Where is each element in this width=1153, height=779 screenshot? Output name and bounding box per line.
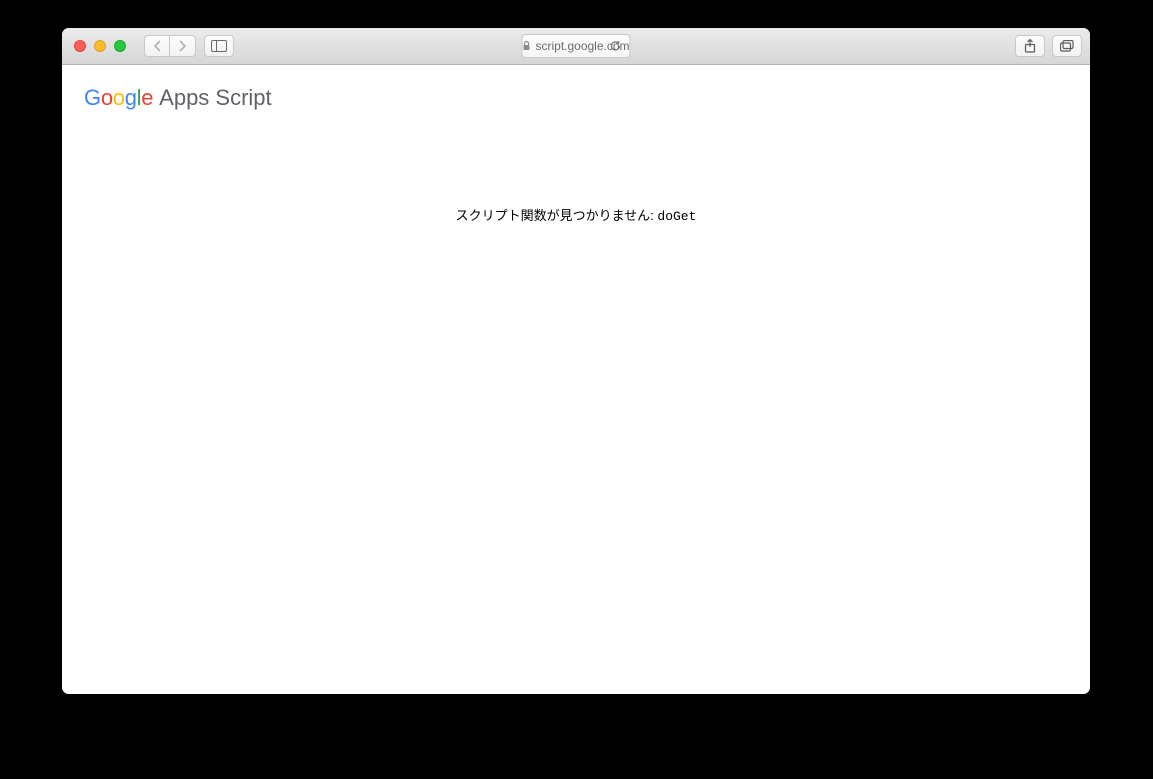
forward-button[interactable] — [170, 35, 196, 57]
toolbar-right — [1015, 35, 1082, 57]
error-message: スクリプト関数が見つかりません: doGet — [62, 205, 1090, 224]
titlebar: script.google.com — [62, 28, 1090, 65]
lock-icon — [522, 41, 530, 51]
google-logo: Google — [84, 85, 153, 111]
reload-icon — [610, 40, 622, 53]
sidebar-toggle-button[interactable] — [204, 35, 234, 57]
back-button[interactable] — [144, 35, 170, 57]
tabs-button[interactable] — [1052, 35, 1082, 57]
zoom-window-button[interactable] — [114, 40, 126, 52]
share-button[interactable] — [1015, 35, 1045, 57]
error-text: スクリプト関数が見つかりません: — [456, 208, 658, 223]
error-function-name: doGet — [657, 209, 696, 224]
chevron-left-icon — [153, 40, 162, 52]
reload-button[interactable] — [610, 40, 622, 53]
browser-window: script.google.com + — [62, 28, 1090, 694]
product-name: Apps Script — [159, 85, 272, 111]
chevron-right-icon — [178, 40, 187, 52]
close-window-button[interactable] — [74, 40, 86, 52]
address-bar[interactable]: script.google.com — [521, 34, 630, 58]
page-content: Google Apps Script スクリプト関数が見つかりません: doGe… — [62, 65, 1090, 694]
sidebar-icon — [211, 40, 227, 52]
share-icon — [1024, 39, 1036, 53]
apps-script-header: Google Apps Script — [62, 65, 1090, 131]
window-controls — [74, 40, 126, 52]
minimize-window-button[interactable] — [94, 40, 106, 52]
nav-buttons — [144, 35, 196, 57]
tabs-icon — [1060, 40, 1074, 52]
